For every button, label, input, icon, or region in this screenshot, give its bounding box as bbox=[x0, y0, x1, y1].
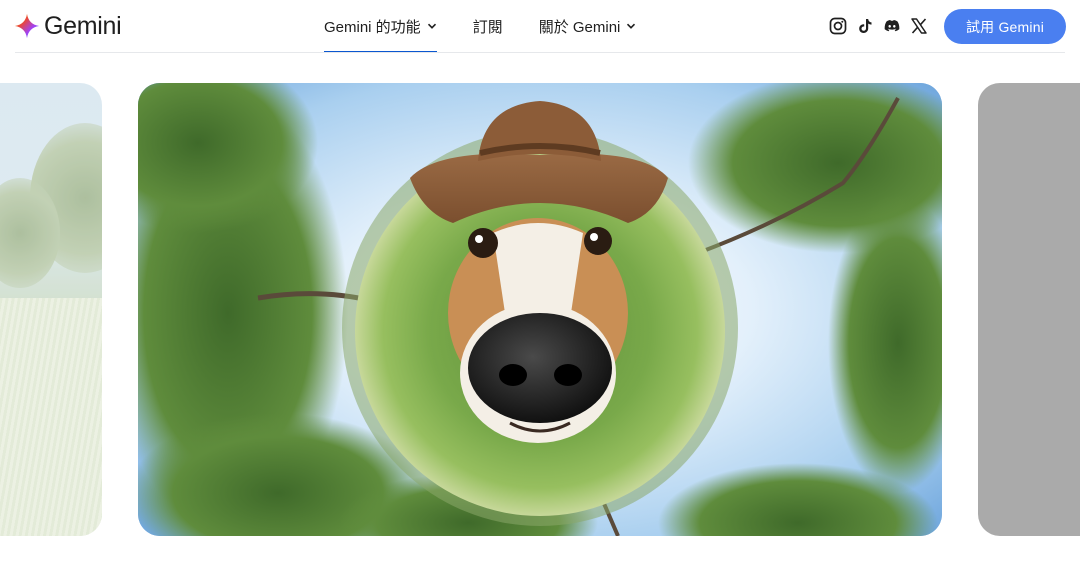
instagram-link[interactable] bbox=[829, 17, 847, 35]
try-gemini-button[interactable]: 試用 Gemini bbox=[944, 9, 1066, 44]
gemini-logo[interactable]: Gemini bbox=[14, 10, 122, 42]
gemini-sparkle-icon bbox=[14, 13, 40, 39]
nav-item-label: Gemini 的功能 bbox=[324, 18, 421, 36]
carousel-slide-current[interactable] bbox=[138, 83, 942, 536]
dog-tiny-planet-image bbox=[138, 83, 942, 536]
discord-icon bbox=[884, 20, 900, 32]
x-link[interactable] bbox=[910, 17, 928, 35]
carousel-slide-previous[interactable] bbox=[0, 83, 102, 536]
site-header: Gemini Gemini 的功能 訂閱 關於 Gemini 試用 Gemini bbox=[0, 0, 1080, 53]
nav-item-label: 關於 Gemini bbox=[538, 18, 621, 36]
instagram-icon bbox=[829, 17, 847, 35]
chevron-down-icon bbox=[427, 23, 436, 29]
page: Gemini Gemini 的功能 訂閱 關於 Gemini 試用 Gemini bbox=[0, 0, 1080, 569]
discord-link[interactable] bbox=[883, 17, 901, 35]
social-links bbox=[829, 15, 928, 37]
main-nav: Gemini 的功能 訂閱 關於 Gemini bbox=[324, 0, 672, 53]
grass-area bbox=[0, 298, 102, 536]
carousel-slide-next[interactable] bbox=[978, 83, 1080, 536]
x-icon bbox=[911, 18, 927, 34]
nav-item-features[interactable]: Gemini 的功能 bbox=[324, 0, 437, 53]
tiktok-icon bbox=[859, 19, 872, 33]
brand-name: Gemini bbox=[44, 11, 122, 40]
nav-item-label: 訂閱 bbox=[472, 18, 503, 36]
image-carousel bbox=[0, 83, 1080, 536]
chevron-down-icon bbox=[627, 23, 636, 29]
tiktok-link[interactable] bbox=[856, 17, 874, 35]
header-divider bbox=[15, 52, 1065, 53]
nav-item-subscribe[interactable]: 訂閱 bbox=[473, 0, 503, 52]
nav-item-about[interactable]: 關於 Gemini bbox=[539, 0, 637, 52]
